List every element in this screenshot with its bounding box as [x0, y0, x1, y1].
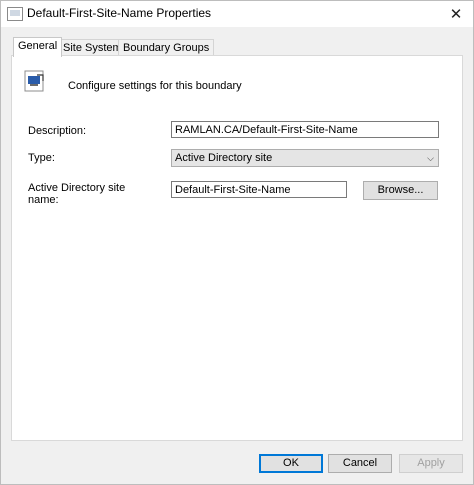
boundary-icon [23, 69, 47, 93]
type-select[interactable]: Active Directory site ⌵ [171, 149, 439, 167]
description-label: Description: [28, 125, 87, 137]
properties-dialog: Default-First-Site-Name Properties ✕ Gen… [0, 0, 474, 485]
browse-button[interactable]: Browse... [363, 181, 438, 200]
ok-button[interactable]: OK [259, 454, 323, 473]
tab-boundary-groups[interactable]: Boundary Groups [118, 39, 215, 56]
type-label: Type: [28, 152, 55, 164]
window-title: Default-First-Site-Name Properties [27, 6, 212, 20]
close-icon[interactable]: ✕ [439, 1, 473, 27]
cancel-button[interactable]: Cancel [328, 454, 392, 473]
title-bar[interactable]: Default-First-Site-Name Properties ✕ [1, 1, 473, 27]
type-select-value: Active Directory site [175, 152, 273, 164]
ad-site-label-line2: name: [28, 194, 59, 206]
description-input[interactable]: RAMLAN.CA/Default-First-Site-Name [171, 121, 439, 138]
ad-site-label: Active Directory site name: [28, 182, 125, 206]
ad-site-name-input[interactable]: Default-First-Site-Name [171, 181, 347, 198]
general-tab-panel [11, 55, 463, 441]
chevron-down-icon: ⌵ [427, 153, 434, 163]
window-icon [7, 7, 23, 21]
ad-site-label-line1: Active Directory site [28, 182, 126, 194]
tab-general[interactable]: General [13, 37, 63, 57]
apply-button[interactable]: Apply [399, 454, 463, 473]
intro-text: Configure settings for this boundary [68, 80, 242, 92]
